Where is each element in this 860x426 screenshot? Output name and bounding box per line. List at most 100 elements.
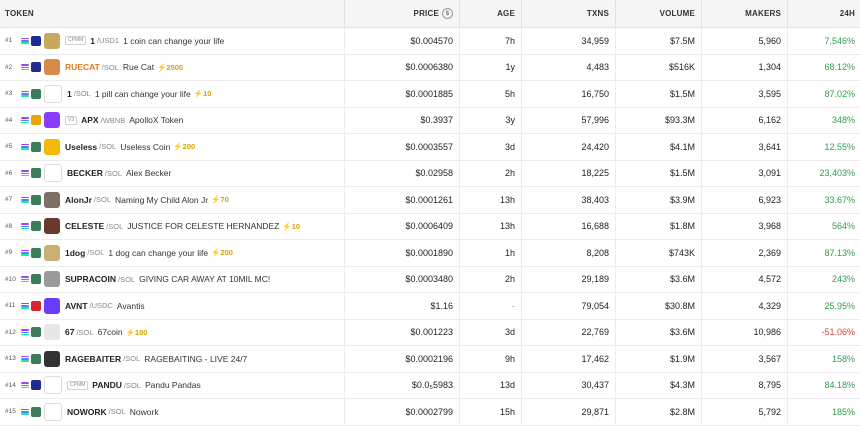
token-cell[interactable]: #12 67 /SOL 67coin ⚡100 [0, 319, 345, 345]
makers-cell: 4,572 [702, 266, 788, 292]
age-cell: 2h [460, 160, 522, 186]
txns-cell: 38,403 [522, 187, 616, 213]
volume-cell: $743K [616, 240, 702, 266]
col-24h[interactable]: 24H [788, 0, 860, 27]
table-row[interactable]: #9 1dog /SOL 1 dog can change your life … [0, 240, 860, 267]
age-cell: 15h [460, 399, 522, 425]
age-cell: 7h [460, 28, 522, 54]
col-price[interactable]: PRICE $ [345, 0, 460, 27]
pool-tag: CPMM [65, 36, 87, 46]
token-avatar [44, 271, 60, 288]
dex-icon [31, 168, 41, 179]
volume-cell: $4.3M [616, 372, 702, 398]
token-cell[interactable]: #13 RAGEBAITER /SOL RAGEBAITING - LIVE 2… [0, 346, 345, 372]
table-row[interactable]: #2 RUECAT /SOL Rue Cat ⚡2500 $0.0006380 … [0, 54, 860, 81]
table-row[interactable]: #13 RAGEBAITER /SOL RAGEBAITING - LIVE 2… [0, 346, 860, 373]
table-row[interactable]: #6 BECKER /SOL Alex Becker $0.02958 2h 1… [0, 160, 860, 187]
token-cell[interactable]: #7 AlonJr /SOL Naming My Child Alon Jr ⚡… [0, 187, 345, 213]
txns-cell: 16,688 [522, 213, 616, 239]
price-cell: $0.0002196 [345, 346, 460, 372]
makers-cell: 3,567 [702, 346, 788, 372]
quote-pair: /SOL [118, 274, 136, 284]
token-cell[interactable]: #10 SUPRACOIN /SOL GIVING CAR AWAY AT 10… [0, 266, 345, 292]
col-age[interactable]: AGE [460, 0, 522, 27]
change-24h-cell: 87.13% [824, 247, 855, 258]
token-symbol: AlonJr [65, 194, 92, 205]
pool-tag: V3 [65, 115, 78, 125]
table-row[interactable]: #3 1 /SOL 1 pill can change your life ⚡1… [0, 81, 860, 108]
change-24h-cell: 158% [831, 353, 855, 364]
token-cell[interactable]: #5 Useless /SOL Useless Coin ⚡200 [0, 134, 345, 160]
col-price-label: PRICE [413, 9, 439, 18]
rank: #4 [5, 116, 13, 124]
table-row[interactable]: #5 Useless /SOL Useless Coin ⚡200 $0.000… [0, 134, 860, 161]
solana-icon [21, 169, 29, 177]
dex-icon [31, 62, 41, 73]
change-24h-cell: 564% [831, 221, 855, 232]
txns-cell: 34,959 [522, 28, 616, 54]
token-cell[interactable]: #2 RUECAT /SOL Rue Cat ⚡2500 [0, 54, 345, 80]
token-symbol: 1 [67, 88, 72, 99]
dex-icon [31, 380, 41, 391]
solana-icon [21, 302, 29, 310]
age-cell: 3y [460, 107, 522, 133]
age-cell: 3d [460, 319, 522, 345]
makers-cell: 4,329 [702, 293, 788, 319]
dex-icon [31, 406, 41, 417]
solana-icon [21, 90, 29, 98]
token-name: Useless Coin [120, 141, 171, 152]
volume-cell: $1.5M [616, 160, 702, 186]
quote-pair: /USDC [89, 301, 113, 311]
token-name: Naming My Child Alon Jr [115, 194, 209, 205]
makers-cell: 6,923 [702, 187, 788, 213]
txns-cell: 29,189 [522, 266, 616, 292]
token-name: ApolloX Token [129, 115, 184, 126]
volume-cell: $1.8M [616, 213, 702, 239]
table-row[interactable]: #8 CELESTE /SOL JUSTICE FOR CELESTE HERN… [0, 213, 860, 240]
token-cell[interactable]: #4 V3 APX /WBNB ApolloX Token [0, 107, 345, 133]
token-cell[interactable]: #15 NOWORK /SOL Nowork [0, 399, 345, 425]
table-row[interactable]: #7 AlonJr /SOL Naming My Child Alon Jr ⚡… [0, 187, 860, 214]
token-cell[interactable]: #8 CELESTE /SOL JUSTICE FOR CELESTE HERN… [0, 213, 345, 239]
col-txns[interactable]: TXNS [522, 0, 616, 27]
token-cell[interactable]: #11 AVNT /USDC Avantis [0, 293, 345, 319]
token-avatar [44, 138, 60, 155]
token-name: GIVING CAR AWAY AT 10MIL MC! [139, 274, 271, 285]
dex-icon [31, 274, 41, 285]
volume-cell: $7.5M [616, 28, 702, 54]
token-cell[interactable]: #1 CPMM 1 /USD1 1 coin can change your l… [0, 28, 345, 54]
col-token[interactable]: TOKEN [0, 0, 345, 27]
makers-cell: 1,304 [702, 54, 788, 80]
token-name: Rue Cat [122, 62, 155, 73]
volume-cell: $3.6M [616, 319, 702, 345]
price-cell: $0.0003557 [345, 134, 460, 160]
change-24h-cell: 84.18% [824, 380, 855, 391]
table-row[interactable]: #4 V3 APX /WBNB ApolloX Token $0.3937 3y… [0, 107, 860, 134]
age-cell: 2h [460, 266, 522, 292]
table-row[interactable]: #10 SUPRACOIN /SOL GIVING CAR AWAY AT 10… [0, 266, 860, 293]
table-row[interactable]: #11 AVNT /USDC Avantis $1.16 - 79,054 $3… [0, 293, 860, 320]
txns-cell: 57,996 [522, 107, 616, 133]
price-cell: $1.16 [345, 293, 460, 319]
table-row[interactable]: #15 NOWORK /SOL Nowork $0.0002799 15h 29… [0, 399, 860, 426]
dollar-icon[interactable]: $ [442, 8, 453, 19]
solana-icon [21, 222, 29, 230]
age-cell: 1h [460, 240, 522, 266]
table-row[interactable]: #12 67 /SOL 67coin ⚡100 $0.001223 3d 22,… [0, 319, 860, 346]
rank: #5 [5, 143, 13, 151]
token-cell[interactable]: #9 1dog /SOL 1 dog can change your life … [0, 240, 345, 266]
boost-badge: ⚡200 [173, 142, 196, 152]
token-avatar [44, 112, 60, 129]
token-cell[interactable]: #14 CPMM PANDU /SOL Pandu Pandas [0, 372, 345, 398]
token-cell[interactable]: #6 BECKER /SOL Alex Becker [0, 160, 345, 186]
col-volume[interactable]: VOLUME [616, 0, 702, 27]
rank: #7 [5, 196, 13, 204]
token-cell[interactable]: #3 1 /SOL 1 pill can change your life ⚡1… [0, 81, 345, 107]
price-cell: $0.0001261 [345, 187, 460, 213]
table-row[interactable]: #1 CPMM 1 /USD1 1 coin can change your l… [0, 28, 860, 55]
dex-icon [31, 35, 41, 46]
change-24h-cell: 25.95% [824, 300, 855, 311]
token-symbol: RAGEBAITER [65, 353, 122, 364]
table-row[interactable]: #14 CPMM PANDU /SOL Pandu Pandas $0.0₅59… [0, 372, 860, 399]
col-makers[interactable]: MAKERS [702, 0, 788, 27]
